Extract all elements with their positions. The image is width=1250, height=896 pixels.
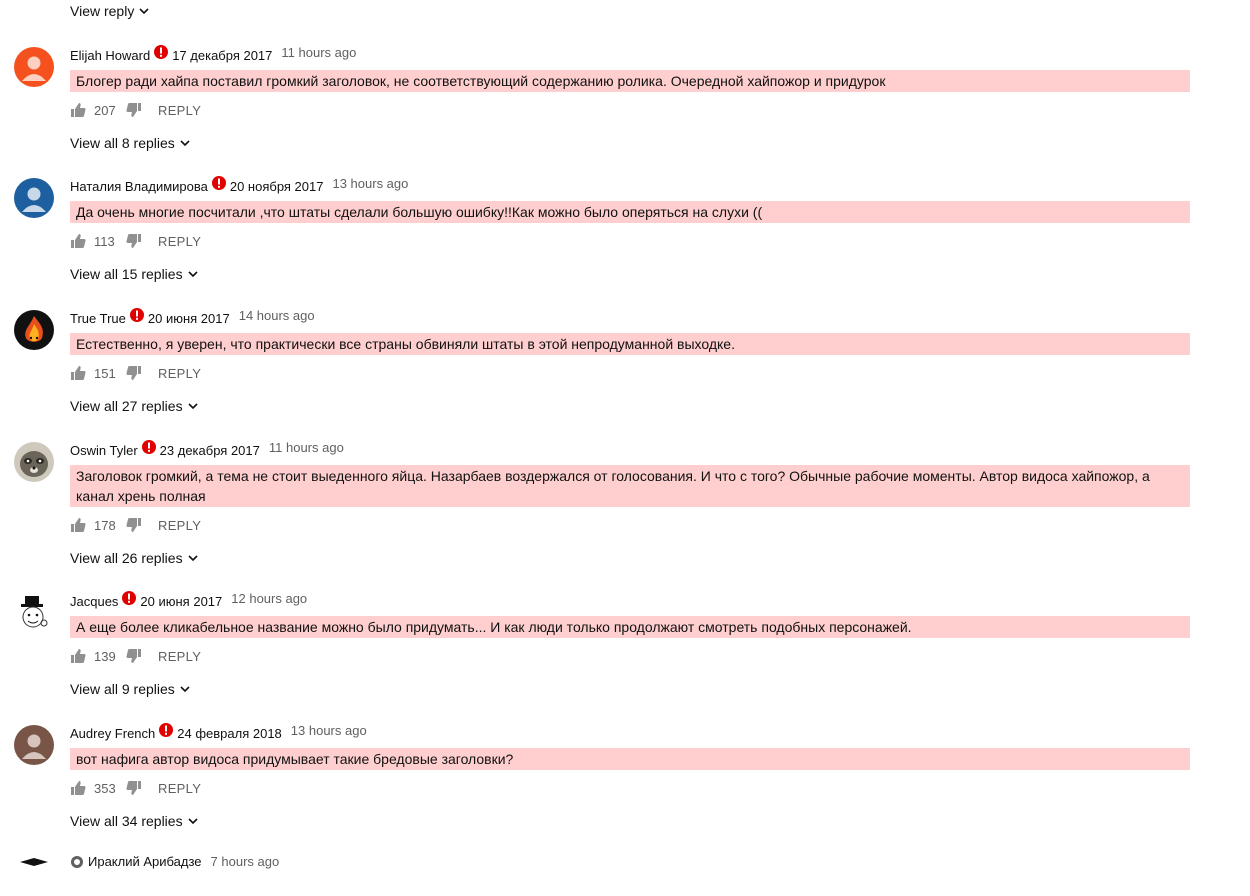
warning-flag-icon xyxy=(154,44,169,59)
author-name[interactable]: Audrey French xyxy=(70,726,155,741)
like-count: 113 xyxy=(94,233,115,249)
like-count: 151 xyxy=(94,365,116,381)
view-replies-label: View all 34 replies xyxy=(70,813,183,829)
thumbs-down-icon[interactable] xyxy=(126,780,142,796)
comment-thread: True True 20 июня 2017 14 hours ago Есте… xyxy=(0,263,1250,414)
comment-time[interactable]: 11 hours ago xyxy=(269,440,344,455)
comment-time[interactable]: 7 hours ago xyxy=(211,854,280,869)
like-count: 139 xyxy=(94,648,116,664)
thumbs-down-icon[interactable] xyxy=(126,102,142,118)
warning-flag-icon xyxy=(159,722,174,737)
comment-time[interactable]: 14 hours ago xyxy=(239,308,315,323)
like-count: 178 xyxy=(94,517,116,533)
comment-time[interactable]: 11 hours ago xyxy=(281,45,356,60)
comment-text: А еще более кликабельное название можно … xyxy=(70,616,1190,638)
like-count: 353 xyxy=(94,780,116,796)
comment-thread: Ираклий Арибадзе 7 hours ago xyxy=(0,852,1250,896)
avatar[interactable] xyxy=(14,178,54,218)
comment-thread: Jacques 20 июня 2017 12 hours ago А еще … xyxy=(0,546,1250,697)
thumbs-up-icon[interactable] xyxy=(70,102,86,118)
author-name[interactable]: Oswin Tyler xyxy=(70,443,138,458)
warning-flag-icon xyxy=(129,307,144,322)
comment-date: 24 февраля 2018 xyxy=(177,726,282,741)
avatar[interactable] xyxy=(14,47,54,87)
thumbs-down-icon[interactable] xyxy=(126,365,142,381)
author-name[interactable]: Jacques xyxy=(70,594,118,609)
comment-time[interactable]: 13 hours ago xyxy=(332,176,408,191)
author-name[interactable]: Elijah Howard xyxy=(70,48,150,63)
comment-date: 20 июня 2017 xyxy=(147,311,230,326)
reply-button[interactable]: REPLY xyxy=(158,366,201,381)
thumbs-down-icon[interactable] xyxy=(126,648,142,664)
comment-text: Да очень многие посчитали ,что штаты сде… xyxy=(70,201,1190,223)
author-name[interactable]: True True xyxy=(70,311,126,326)
thumbs-up-icon[interactable] xyxy=(70,780,86,796)
warning-flag-icon xyxy=(141,439,156,454)
thumbs-up-icon[interactable] xyxy=(70,648,86,664)
comment-date: 20 ноября 2017 xyxy=(229,179,324,194)
warning-flag-icon xyxy=(211,175,226,190)
reply-button[interactable]: REPLY xyxy=(158,234,201,249)
comment-thread: Elijah Howard 17 декабря 2017 11 hours a… xyxy=(0,0,1250,151)
thumbs-up-icon[interactable] xyxy=(70,233,86,249)
reply-button[interactable]: REPLY xyxy=(158,649,201,664)
comment-time[interactable]: 13 hours ago xyxy=(291,723,367,738)
avatar[interactable] xyxy=(14,593,54,633)
author-name[interactable]: Ираклий Арибадзе xyxy=(88,854,202,869)
avatar[interactable] xyxy=(14,725,54,765)
warning-flag-icon xyxy=(122,590,137,605)
comment-time[interactable]: 12 hours ago xyxy=(231,591,307,606)
comment-thread: Oswin Tyler 23 декабря 2017 11 hours ago… xyxy=(0,395,1250,566)
avatar[interactable] xyxy=(14,442,54,482)
comment-date: 20 июня 2017 xyxy=(140,594,223,609)
comment-date: 23 декабря 2017 xyxy=(159,443,260,458)
thumbs-down-icon[interactable] xyxy=(126,233,142,249)
thumbs-down-icon[interactable] xyxy=(126,517,142,533)
avatar[interactable] xyxy=(14,856,54,896)
reply-button[interactable]: REPLY xyxy=(158,518,201,533)
verified-icon xyxy=(71,855,83,868)
chevron-down-icon xyxy=(188,818,198,825)
author-name[interactable]: Наталия Владимирова xyxy=(70,179,208,194)
comment-date: 17 декабря 2017 xyxy=(172,48,273,63)
comment-thread: Наталия Владимирова 20 ноября 2017 13 ho… xyxy=(0,131,1250,282)
view-replies-button[interactable]: View all 34 replies xyxy=(70,813,199,829)
reply-button[interactable]: REPLY xyxy=(158,103,201,118)
like-count: 207 xyxy=(94,102,116,118)
comment-text: Блогер ради хайпа поставил громкий загол… xyxy=(70,70,1190,92)
comment-thread: Audrey French 24 февраля 2018 13 hours a… xyxy=(0,678,1250,829)
comment-text: Естественно, я уверен, что практически в… xyxy=(70,333,1190,355)
comment-text: вот нафига автор видоса придумывает таки… xyxy=(70,748,1190,770)
thumbs-up-icon[interactable] xyxy=(70,365,86,381)
reply-button[interactable]: REPLY xyxy=(158,781,201,796)
comment-text: Заголовок громкий, а тема не стоит выеде… xyxy=(70,465,1190,507)
avatar[interactable] xyxy=(14,310,54,350)
thumbs-up-icon[interactable] xyxy=(70,517,86,533)
